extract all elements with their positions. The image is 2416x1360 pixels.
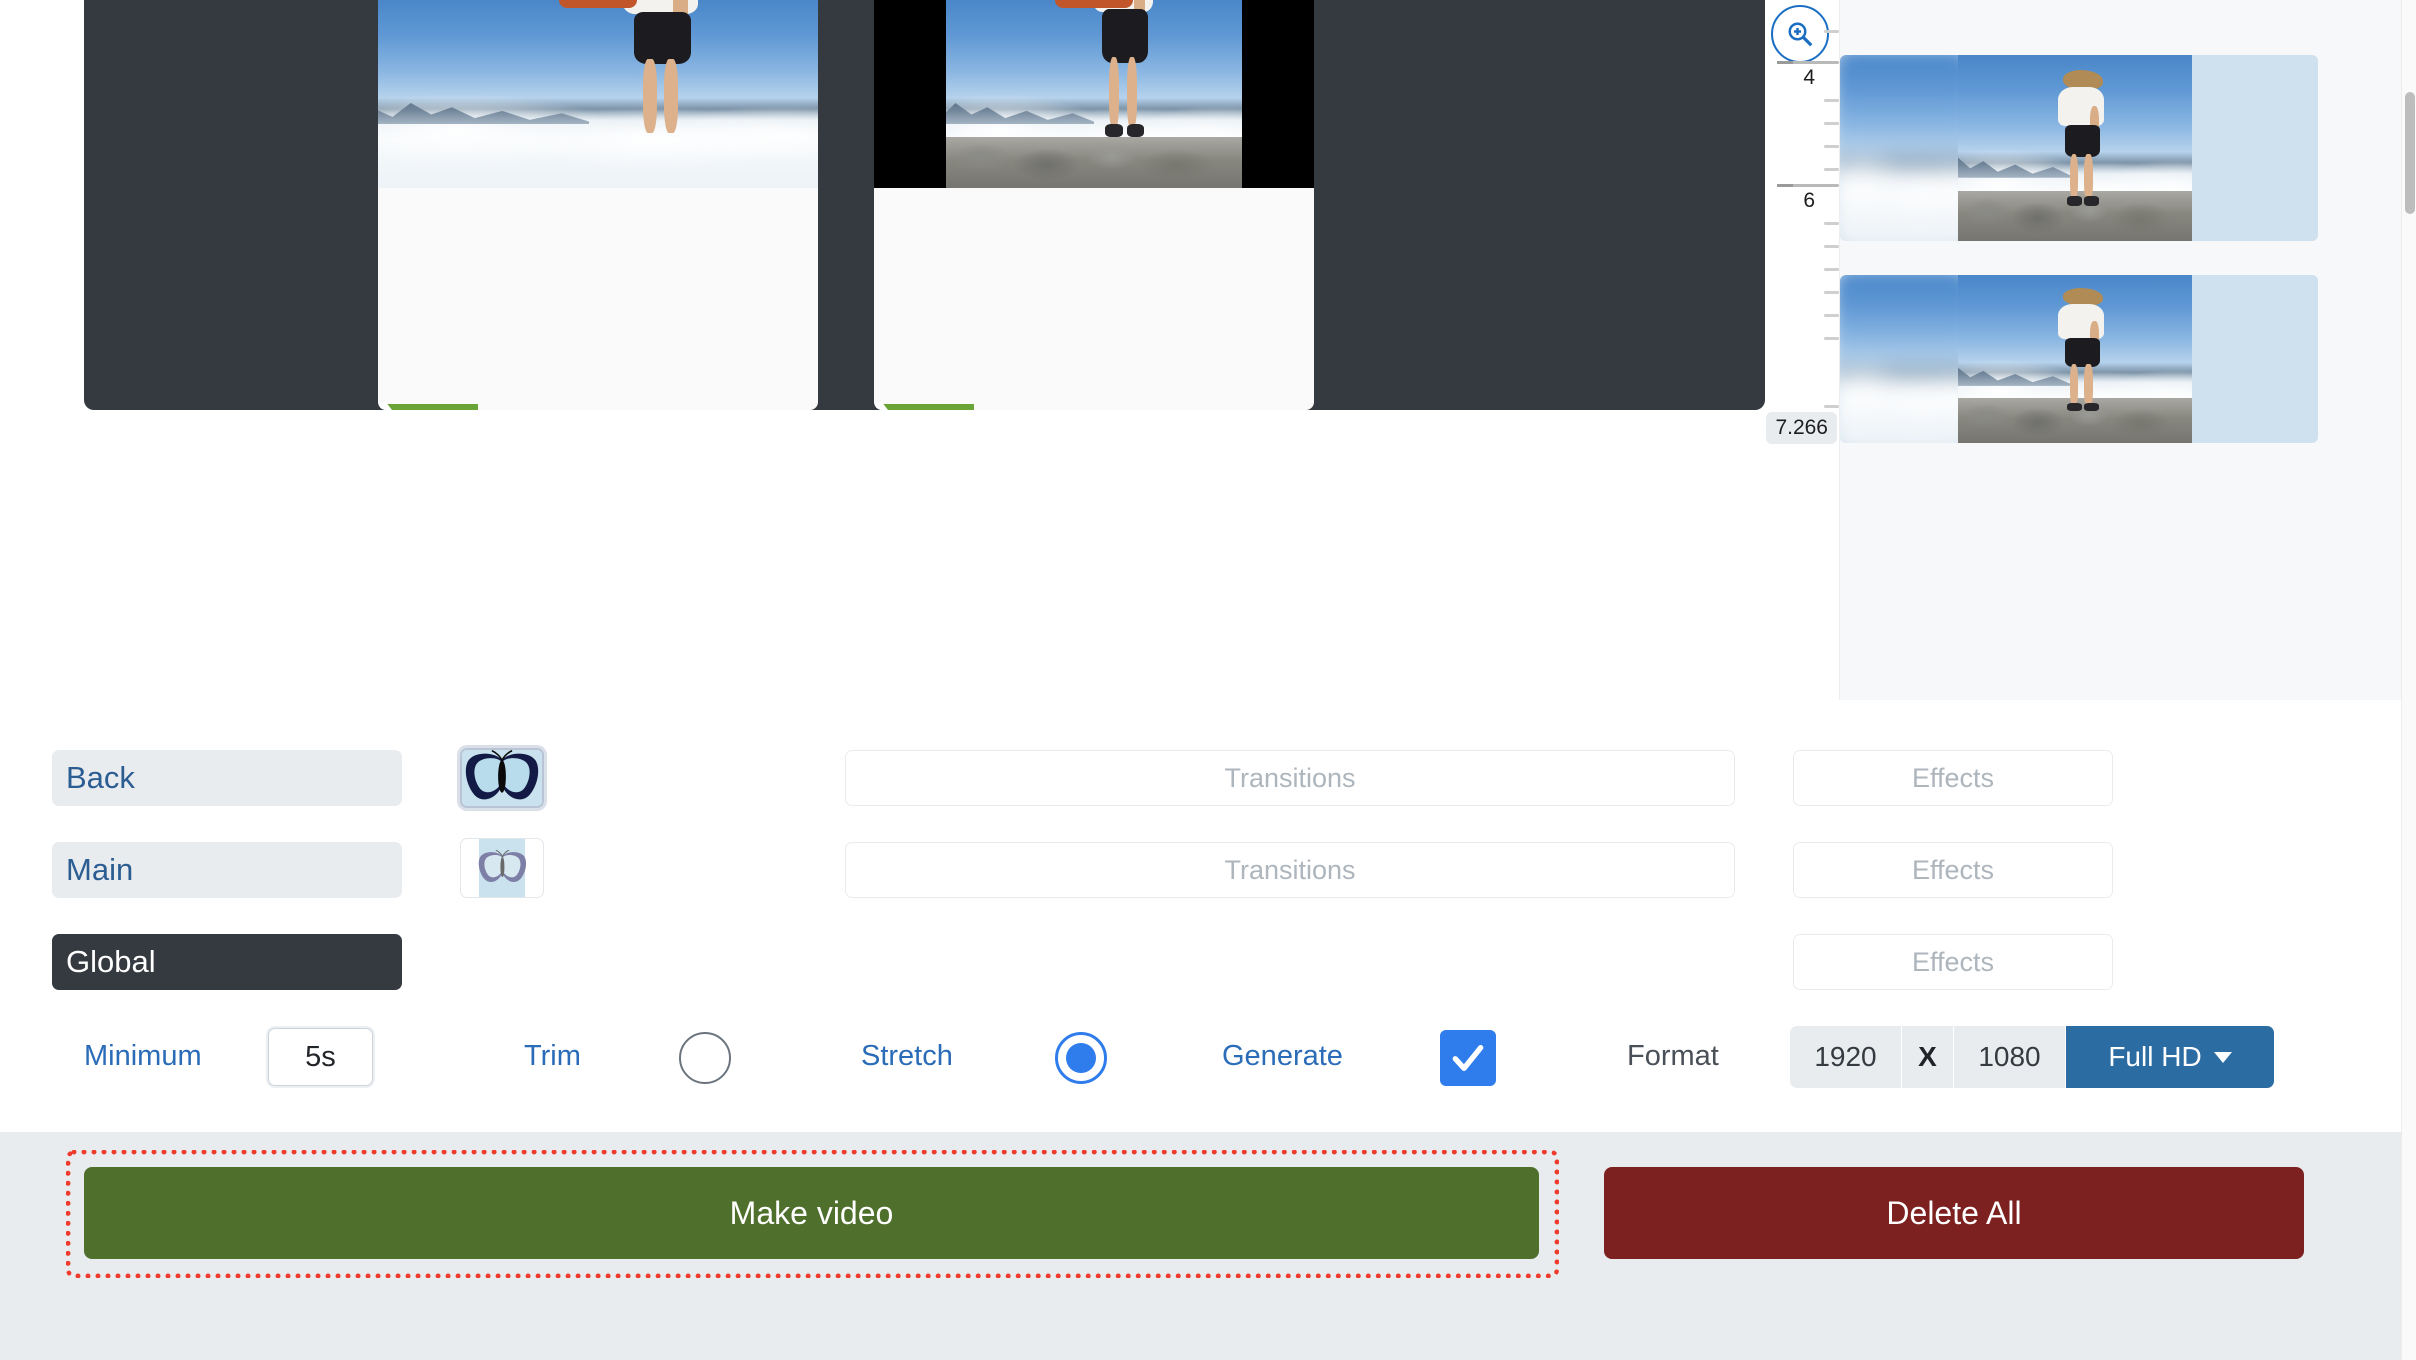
ruler-label: 4 bbox=[1803, 66, 1815, 89]
transitions-button-back[interactable]: Transitions bbox=[845, 750, 1735, 806]
clip-notch bbox=[378, 401, 392, 410]
format-label: Format bbox=[1627, 1040, 1719, 1072]
layer-button-global[interactable]: Global bbox=[52, 934, 402, 990]
effects-button-global[interactable]: Effects bbox=[1793, 934, 2113, 990]
scrollbar-thumb[interactable] bbox=[2405, 92, 2415, 214]
ruler-tick bbox=[1824, 245, 1839, 248]
timeline-clip[interactable] bbox=[378, 0, 818, 410]
ruler-tick bbox=[1824, 30, 1839, 33]
app-root: 4 6 7.266 Back Transitions Effects Main … bbox=[0, 0, 2416, 1360]
clip-duration-marker bbox=[386, 404, 478, 410]
clip-handle-tab[interactable] bbox=[559, 0, 637, 8]
preview-thumbnail[interactable] bbox=[1840, 275, 2318, 443]
butterfly-light-thumbnail[interactable] bbox=[460, 838, 544, 898]
person-figure bbox=[2052, 69, 2118, 223]
trim-label[interactable]: Trim bbox=[524, 1040, 581, 1073]
stretch-label[interactable]: Stretch bbox=[861, 1040, 953, 1073]
clip-duration-marker bbox=[882, 404, 974, 410]
person-figure bbox=[1082, 0, 1171, 188]
preview-panel bbox=[1839, 0, 2403, 700]
ruler-tick bbox=[1824, 405, 1839, 408]
timeline-ruler[interactable]: 4 6 7.266 bbox=[1765, 0, 1839, 448]
butterfly-dark-thumbnail[interactable] bbox=[460, 748, 544, 808]
butterfly-icon bbox=[465, 750, 539, 800]
ruler-tick bbox=[1824, 122, 1839, 125]
delete-all-button[interactable]: Delete All bbox=[1604, 1167, 2304, 1259]
playhead-time-badge: 7.266 bbox=[1766, 412, 1837, 444]
chevron-down-icon bbox=[2213, 1051, 2232, 1063]
ruler-tick bbox=[1824, 291, 1839, 294]
effects-button-main[interactable]: Effects bbox=[1793, 842, 2113, 898]
timeline-panel bbox=[0, 0, 1765, 412]
timeline-clip[interactable] bbox=[874, 0, 1314, 410]
options-row: Minimum 5s Trim Stretch Generate Format … bbox=[0, 1010, 2416, 1120]
person-figure bbox=[2052, 288, 2118, 426]
make-video-button[interactable]: Make video bbox=[84, 1167, 1539, 1259]
ruler-tick bbox=[1824, 99, 1839, 102]
preview-blur-right bbox=[1840, 275, 1966, 443]
minimum-label: Minimum bbox=[84, 1040, 202, 1072]
zoom-in-icon[interactable] bbox=[1771, 5, 1829, 63]
person-figure bbox=[607, 0, 721, 188]
butterfly-icon bbox=[478, 849, 526, 882]
ruler-tick bbox=[1824, 314, 1839, 317]
trim-radio[interactable] bbox=[679, 1032, 731, 1084]
format-separator: X bbox=[1902, 1026, 1954, 1088]
check-icon bbox=[1452, 1045, 1484, 1071]
ruler-tick bbox=[1824, 168, 1839, 171]
ruler-tick bbox=[1824, 145, 1839, 148]
format-preset-label: Full HD bbox=[2108, 1041, 2202, 1072]
ruler-tick bbox=[1824, 222, 1839, 225]
transitions-button-main[interactable]: Transitions bbox=[845, 842, 1735, 898]
preview-center-frame bbox=[1958, 55, 2192, 241]
format-width-input[interactable]: 1920 bbox=[1790, 1026, 1902, 1088]
effects-button-back[interactable]: Effects bbox=[1793, 750, 2113, 806]
ruler-tick-major bbox=[1777, 61, 1839, 64]
clip-thumbnail bbox=[378, 0, 818, 188]
clip-photo bbox=[946, 0, 1242, 188]
format-height-input[interactable]: 1080 bbox=[1954, 1026, 2066, 1088]
generate-checkbox[interactable] bbox=[1440, 1030, 1496, 1086]
clip-photo bbox=[378, 0, 818, 188]
minimum-duration-input[interactable]: 5s bbox=[268, 1028, 373, 1086]
clip-notch bbox=[874, 401, 888, 410]
timeline-track[interactable] bbox=[84, 0, 1765, 410]
layer-button-main[interactable]: Main bbox=[52, 842, 402, 898]
generate-label[interactable]: Generate bbox=[1222, 1040, 1343, 1073]
preview-thumbnail[interactable] bbox=[1840, 55, 2318, 241]
layer-button-back[interactable]: Back bbox=[52, 750, 402, 806]
format-preset-dropdown[interactable]: Full HD bbox=[2066, 1026, 2274, 1088]
page-scrollbar[interactable] bbox=[2401, 0, 2416, 1360]
ruler-tick bbox=[1824, 337, 1839, 340]
stretch-radio[interactable] bbox=[1055, 1032, 1107, 1084]
format-group: 1920 X 1080 Full HD bbox=[1790, 1026, 2274, 1088]
clip-handle-tab[interactable] bbox=[1055, 0, 1133, 8]
ruler-tick bbox=[1824, 268, 1839, 271]
ruler-label: 6 bbox=[1803, 189, 1815, 212]
ruler-tick-major bbox=[1777, 184, 1839, 187]
preview-blur-right bbox=[1840, 55, 1966, 241]
preview-center-frame bbox=[1958, 275, 2192, 443]
clip-thumbnail bbox=[874, 0, 1314, 188]
